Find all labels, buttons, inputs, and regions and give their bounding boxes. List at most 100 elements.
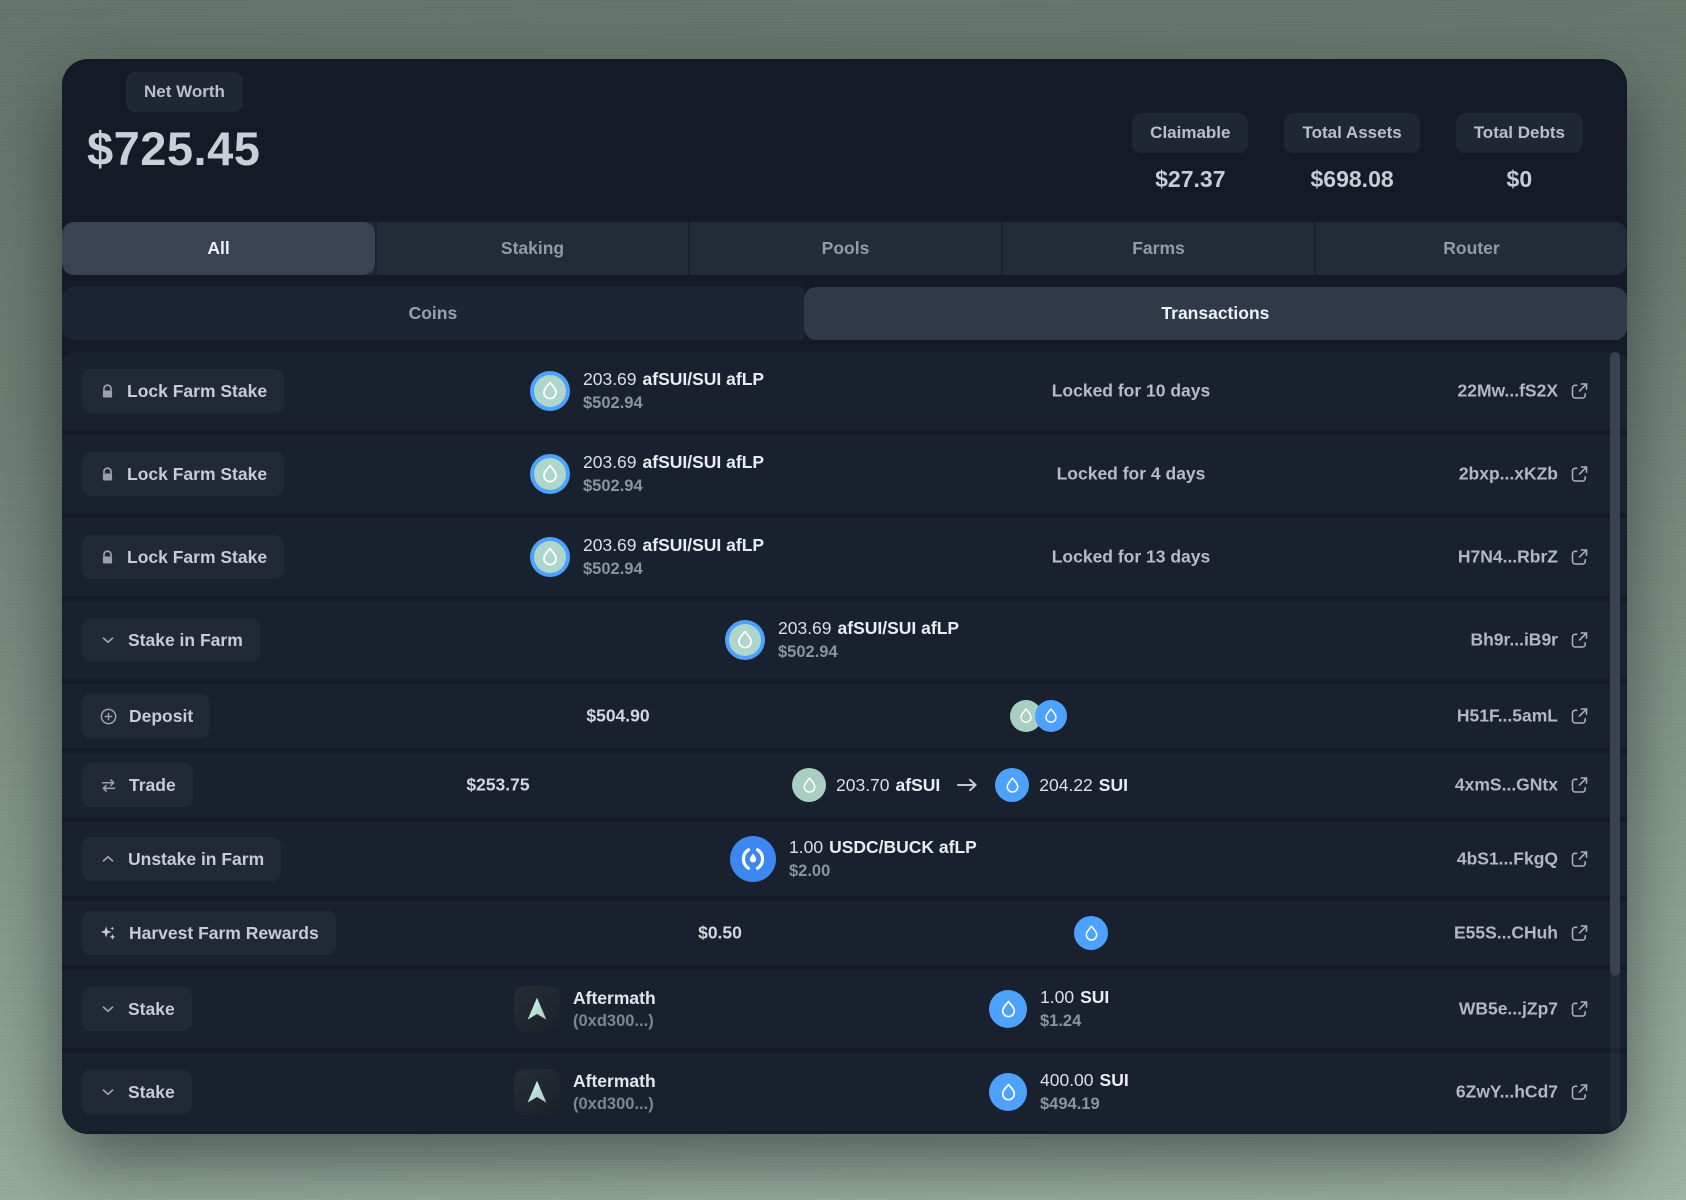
transactions-list: Lock Farm Stake 203.69 afSUI/SUI afLP $50…: [62, 352, 1627, 1134]
transaction-row-stake: Stake Aftermath (0xd300...) 400.00SUI $4…: [62, 1053, 1627, 1131]
stat-label: Total Debts: [1456, 113, 1583, 153]
tx-link[interactable]: 4bS1...FkgQ: [1457, 849, 1590, 870]
page-background: Net Worth $725.45 Claimable $27.37 Total…: [0, 0, 1686, 1200]
tab-staking[interactable]: Staking: [375, 222, 688, 275]
stat-total-assets: Total Assets $698.08: [1284, 113, 1419, 193]
swap-icon: [99, 776, 118, 795]
token-name: SUI: [1080, 987, 1109, 1007]
amount-value: 1.00: [789, 837, 823, 857]
action-badge-expandable[interactable]: Stake in Farm: [82, 618, 260, 662]
tx-link[interactable]: WB5e...jZp7: [1459, 999, 1590, 1020]
scrollbar-thumb[interactable]: [1610, 352, 1620, 976]
sui-drop-icon: [800, 776, 819, 795]
token-name: afSUI/SUI afLP: [643, 369, 765, 389]
external-link-icon: [1569, 630, 1590, 651]
tx-link[interactable]: 22Mw...fS2X: [1458, 381, 1591, 402]
protocol-address: (0xd300...): [573, 1095, 656, 1114]
protocol-lines: Aftermath (0xd300...): [573, 1071, 656, 1114]
protocol-block: Aftermath (0xd300...): [514, 1069, 656, 1115]
amount-lines: 400.00SUI $494.19: [1040, 1070, 1129, 1114]
trade-from-token: afSUI: [896, 775, 941, 795]
usdc-buck-lp-coin-icon: [730, 836, 776, 882]
tab-farms[interactable]: Farms: [1001, 222, 1314, 275]
protocol-name: Aftermath: [573, 988, 656, 1009]
transaction-row-lock-farm-stake: Lock Farm Stake 203.69afSUI/SUI afLP $50…: [62, 352, 1627, 430]
tx-hash: 6ZwY...hCd7: [1456, 1082, 1558, 1103]
action-label: Lock Farm Stake: [127, 464, 267, 485]
tx-hash: WB5e...jZp7: [1459, 999, 1558, 1020]
action-badge: Lock Farm Stake: [82, 452, 284, 496]
amount-lines: 203.69afSUI/SUI afLP $502.94: [583, 535, 764, 579]
tx-link[interactable]: 6ZwY...hCd7: [1456, 1082, 1590, 1103]
action-label: Deposit: [129, 706, 193, 727]
tab-all[interactable]: All: [62, 222, 375, 275]
external-link-icon: [1569, 775, 1590, 796]
locked-duration: Locked for 13 days: [1021, 547, 1241, 568]
amount-lines: 1.00SUI $1.24: [1040, 987, 1109, 1031]
aftermath-logo: [514, 1069, 560, 1115]
sui-drop-icon: [998, 999, 1019, 1020]
external-link-icon: [1569, 849, 1590, 870]
amount-value: 203.69: [583, 369, 637, 389]
amount-usd: $1.24: [1040, 1012, 1109, 1031]
sui-coin-icon: [1035, 700, 1067, 732]
afsui-sui-lp-coin-icon: [530, 537, 570, 577]
transaction-row-lock-farm-stake: Lock Farm Stake 203.69afSUI/SUI afLP $50…: [62, 435, 1627, 513]
tab-coins[interactable]: Coins: [62, 287, 804, 340]
scrollbar-track[interactable]: [1610, 352, 1620, 1128]
chevron-up-icon: [99, 850, 117, 868]
tab-pools[interactable]: Pools: [688, 222, 1001, 275]
action-label: Harvest Farm Rewards: [129, 923, 319, 944]
tx-link[interactable]: Bh9r...iB9r: [1470, 630, 1590, 651]
amount-lines: 1.00USDC/BUCK afLP $2.00: [789, 837, 977, 881]
action-badge-expandable[interactable]: Stake: [82, 987, 192, 1031]
deposit-coin-pair: [1010, 700, 1068, 732]
sui-drop-icon: [1003, 776, 1022, 795]
token-name: afSUI/SUI afLP: [838, 618, 960, 638]
action-label: Lock Farm Stake: [127, 381, 267, 402]
protocol-lines: Aftermath (0xd300...): [573, 988, 656, 1031]
tx-link[interactable]: H7N4...RbrZ: [1458, 547, 1590, 568]
net-worth-badge: Net Worth: [126, 72, 243, 112]
chevron-down-icon: [99, 631, 117, 649]
tx-link[interactable]: 2bxp...xKZb: [1459, 464, 1590, 485]
action-label: Stake: [128, 999, 175, 1020]
sui-drop-icon: [539, 380, 561, 402]
amount-usd: $502.94: [778, 643, 959, 662]
trade-usd-value: $253.75: [398, 775, 598, 796]
tx-link[interactable]: H51F...5amL: [1457, 706, 1590, 727]
amount-value: 400.00: [1040, 1070, 1094, 1090]
trade-to: 204.22SUI: [1039, 775, 1128, 796]
tx-link[interactable]: 4xmS...GNtx: [1455, 775, 1590, 796]
sui-coin-icon: [989, 1073, 1027, 1111]
locked-duration: Locked for 10 days: [1021, 381, 1241, 402]
deposit-usd-value: $504.90: [518, 706, 718, 727]
action-badge-expandable[interactable]: Unstake in Farm: [82, 837, 281, 881]
token-name: afSUI/SUI afLP: [643, 452, 765, 472]
sparkles-icon: [99, 924, 118, 943]
amount-value: 203.69: [583, 535, 637, 555]
sui-drop-icon: [1017, 707, 1035, 725]
transaction-row-stake: Stake Aftermath (0xd300...) 1.00SUI $1.2…: [62, 970, 1627, 1048]
stat-label: Total Assets: [1284, 113, 1419, 153]
tab-router[interactable]: Router: [1314, 222, 1627, 275]
chevron-down-icon: [99, 1000, 117, 1018]
stat-total-debts: Total Debts $0: [1456, 113, 1583, 193]
action-label: Trade: [129, 775, 176, 796]
protocol-block: Aftermath (0xd300...): [514, 986, 656, 1032]
action-label: Unstake in Farm: [128, 849, 264, 870]
token-name: USDC/BUCK afLP: [829, 837, 977, 857]
transaction-row-lock-farm-stake: Lock Farm Stake 203.69afSUI/SUI afLP $50…: [62, 518, 1627, 596]
tx-hash: 4bS1...FkgQ: [1457, 849, 1558, 870]
tab-transactions[interactable]: Transactions: [804, 287, 1627, 340]
token-name: afSUI/SUI afLP: [643, 535, 765, 555]
transaction-row-deposit: Deposit $504.90 H51F...5amL: [62, 684, 1627, 748]
plus-circle-icon: [99, 707, 118, 726]
action-badge-expandable[interactable]: Stake: [82, 1070, 192, 1114]
sui-coin-icon: [989, 990, 1027, 1028]
amount-block: 203.69afSUI/SUI afLP $502.94: [530, 535, 764, 579]
external-link-icon: [1569, 464, 1590, 485]
tx-link[interactable]: E55S...CHuh: [1454, 923, 1590, 944]
lock-icon: [99, 549, 116, 566]
trade-from: 203.70afSUI: [836, 775, 940, 796]
